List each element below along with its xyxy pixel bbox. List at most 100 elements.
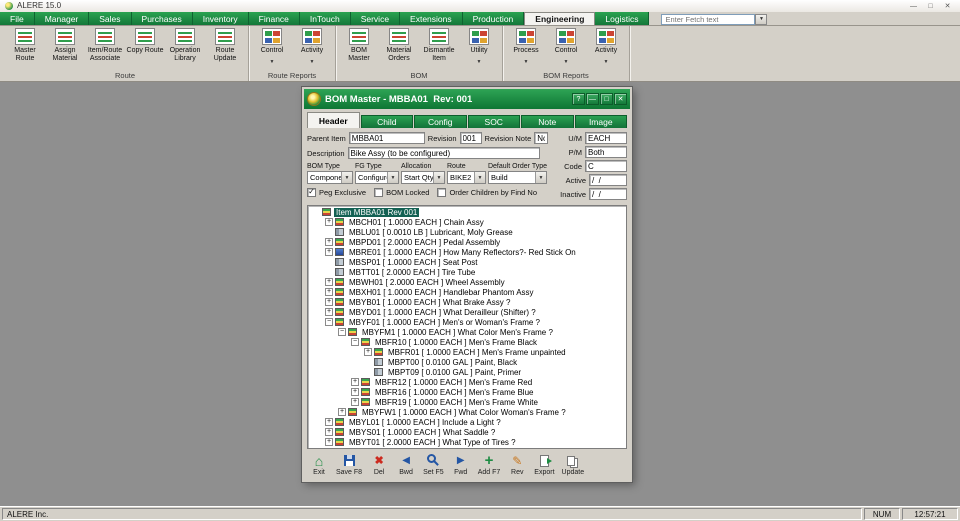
export-button[interactable]: Export — [534, 453, 555, 476]
tree-item-label[interactable]: Item MBBA01 Rev 001 — [334, 207, 420, 217]
tree-item[interactable]: Item MBBA01 Rev 001 — [310, 207, 626, 217]
chevron-down-icon[interactable] — [433, 172, 444, 183]
revision-note-input[interactable] — [534, 132, 549, 144]
checkbox-box[interactable] — [374, 188, 384, 197]
tree-item-label[interactable]: MBCH01 [ 1.0000 EACH ] Chain Assy — [347, 218, 486, 227]
menu-tab-extensions[interactable]: Extensions — [400, 12, 463, 25]
close-button[interactable]: ✕ — [940, 1, 955, 12]
add-f7-button[interactable]: + Add F7 — [478, 453, 501, 476]
ribbon-item-master-route[interactable]: Master Route — [5, 27, 45, 63]
tree-expander[interactable]: + — [338, 408, 346, 416]
tree-item-label[interactable]: MBYF01 [ 1.0000 EACH ] Men's or Woman's … — [347, 318, 542, 327]
tree-item-label[interactable]: MBPD01 [ 2.0000 EACH ] Pedal Assembly — [347, 238, 502, 247]
description-input[interactable] — [347, 147, 540, 159]
del-button[interactable]: ✖ Del — [369, 453, 389, 476]
tree-item[interactable]: MBSP01 [ 1.0000 EACH ] Seat Post — [310, 257, 626, 267]
fetch-dropdown-button[interactable] — [755, 13, 768, 25]
tab-note[interactable]: Note — [521, 115, 574, 128]
ribbon-item-bom-master[interactable]: BOM Master — [339, 27, 379, 63]
menu-tab-finance[interactable]: Finance — [248, 12, 300, 25]
chevron-down-icon[interactable] — [535, 172, 546, 183]
tree-item-label[interactable]: MBXH01 [ 1.0000 EACH ] Handlebar Phantom… — [347, 288, 536, 297]
tree-item-label[interactable]: MBYS01 [ 1.0000 EACH ] What Saddle ? — [347, 428, 497, 437]
tree-item[interactable]: + MBYFW1 [ 1.0000 EACH ] What Color Woman… — [310, 407, 626, 417]
chevron-down-icon[interactable] — [387, 172, 398, 183]
tree-expander[interactable]: + — [325, 308, 333, 316]
tree-item-label[interactable]: MBYFW1 [ 1.0000 EACH ] What Color Woman'… — [360, 408, 568, 417]
ribbon-item-copy-route[interactable]: Copy Route — [125, 27, 165, 56]
tree-item-label[interactable]: MBYD01 [ 1.0000 EACH ] What Derailleur (… — [347, 308, 538, 317]
save-f8-button[interactable]: Save F8 — [336, 453, 362, 476]
ribbon-item-material-orders[interactable]: Material Orders — [379, 27, 419, 63]
chevron-down-icon[interactable] — [473, 172, 485, 183]
tree-item-label[interactable]: MBPT09 [ 0.0100 GAL ] Paint, Primer — [386, 368, 523, 377]
ribbon-item-control[interactable]: Control — [546, 27, 586, 66]
tree-item-label[interactable]: MBLU01 [ 0.0010 LB ] Lubricant, Moly Gre… — [347, 228, 515, 237]
maximize-button[interactable]: □ — [923, 1, 938, 12]
tree-item-label[interactable]: MBFR16 [ 1.0000 EACH ] Men's Frame Blue — [373, 388, 535, 397]
exit-button[interactable]: ⌂ Exit — [309, 453, 329, 477]
tree-expander[interactable]: + — [325, 288, 333, 296]
tree-item[interactable]: MBLU01 [ 0.0010 LB ] Lubricant, Moly Gre… — [310, 227, 626, 237]
set-f5-button[interactable]: Set F5 — [423, 453, 444, 476]
fg-type-dropdown[interactable]: Configure — [355, 171, 399, 184]
tree-expander[interactable]: + — [364, 348, 372, 356]
ribbon-item-operation-library[interactable]: Operation Library — [165, 27, 205, 63]
tab-image[interactable]: Image — [574, 115, 627, 128]
tab-config[interactable]: Config — [414, 115, 467, 128]
dialog-titlebar[interactable]: BOM Master - MBBA01 Rev: 001 ? — □ ✕ — [304, 89, 630, 109]
tree-expander[interactable]: + — [351, 388, 359, 396]
menu-tab-logistics[interactable]: Logistics — [595, 12, 650, 25]
update-button[interactable]: Update — [562, 453, 584, 476]
checkbox-box[interactable] — [437, 188, 447, 197]
tab-soc[interactable]: SOC — [467, 115, 520, 128]
ribbon-item-control[interactable]: Control — [252, 27, 292, 66]
tree-item[interactable]: + MBFR12 [ 1.0000 EACH ] Men's Frame Red — [310, 377, 626, 387]
ribbon-item-utility[interactable]: Utility — [459, 27, 499, 66]
tree-expander[interactable]: − — [351, 338, 359, 346]
chevron-down-icon[interactable] — [341, 172, 352, 183]
tree-expander[interactable]: + — [325, 298, 333, 306]
menu-tab-service[interactable]: Service — [350, 12, 401, 25]
tree-expander[interactable]: + — [351, 378, 359, 386]
tree-expander[interactable]: + — [325, 248, 333, 256]
tree-item[interactable]: MBPT09 [ 0.0100 GAL ] Paint, Primer — [310, 367, 626, 377]
tree-item[interactable]: − MBYF01 [ 1.0000 EACH ] Men's or Woman's… — [310, 317, 626, 327]
tree-item[interactable]: + MBWH01 [ 2.0000 EACH ] Wheel Assembly — [310, 277, 626, 287]
menu-tab-engineering[interactable]: Engineering — [524, 12, 596, 25]
tree-expander[interactable]: + — [325, 218, 333, 226]
allocation-dropdown[interactable]: Start Qty — [401, 171, 445, 184]
menu-tab-intouch[interactable]: InTouch — [299, 12, 351, 25]
default-order-type-dropdown[interactable]: Build — [487, 171, 547, 184]
ribbon-item-route-update[interactable]: Route Update — [205, 27, 245, 63]
ribbon-item-item-route-associate[interactable]: Item/Route Associate — [85, 27, 125, 63]
code-input[interactable] — [585, 160, 627, 172]
ribbon-item-activity[interactable]: Activity — [586, 27, 626, 66]
route-dropdown[interactable]: BIKE2 — [447, 171, 486, 184]
checkbox-box[interactable] — [307, 188, 316, 197]
tree-item[interactable]: + MBYD01 [ 1.0000 EACH ] What Derailleur … — [310, 307, 626, 317]
menu-tab-production[interactable]: Production — [462, 12, 525, 25]
ribbon-item-activity[interactable]: Activity — [292, 27, 332, 66]
minimize-button[interactable]: — — [906, 1, 921, 12]
tree-item-label[interactable]: MBYL01 [ 1.0000 EACH ] Include a Light ? — [347, 418, 503, 427]
tree-item[interactable]: + MBCH01 [ 1.0000 EACH ] Chain Assy — [310, 217, 626, 227]
tree-expander[interactable]: − — [338, 328, 346, 336]
tree-item-label[interactable]: MBYFM1 [ 1.0000 EACH ] What Color Men's … — [360, 328, 555, 337]
tree-item[interactable]: MBPT00 [ 0.0100 GAL ] Paint, Black — [310, 357, 626, 367]
fetch-input[interactable] — [661, 13, 756, 25]
tree-expander[interactable]: + — [325, 438, 333, 446]
menu-tab-file[interactable]: File — [0, 12, 35, 25]
checkbox-order-children-by-find-no[interactable]: Order Children by Find No — [437, 188, 537, 197]
menu-tab-purchases[interactable]: Purchases — [131, 12, 193, 25]
active-date-input[interactable] — [589, 174, 627, 186]
ribbon-item-assign-material[interactable]: Assign Material — [45, 27, 85, 63]
tree-item-label[interactable]: MBRE01 [ 1.0000 EACH ] How Many Reflecto… — [347, 248, 578, 257]
menu-tab-sales[interactable]: Sales — [89, 12, 132, 25]
checkbox-peg-exclusive[interactable]: Peg Exclusive — [307, 188, 366, 197]
tree-item[interactable]: + MBRE01 [ 1.0000 EACH ] How Many Reflect… — [310, 247, 626, 257]
tree-item-label[interactable]: MBWH01 [ 2.0000 EACH ] Wheel Assembly — [347, 278, 507, 287]
tree-item[interactable]: + MBYS01 [ 1.0000 EACH ] What Saddle ? — [310, 427, 626, 437]
tree-item-label[interactable]: MBPT00 [ 0.0100 GAL ] Paint, Black — [386, 358, 519, 367]
tree-expander[interactable]: − — [325, 318, 333, 326]
